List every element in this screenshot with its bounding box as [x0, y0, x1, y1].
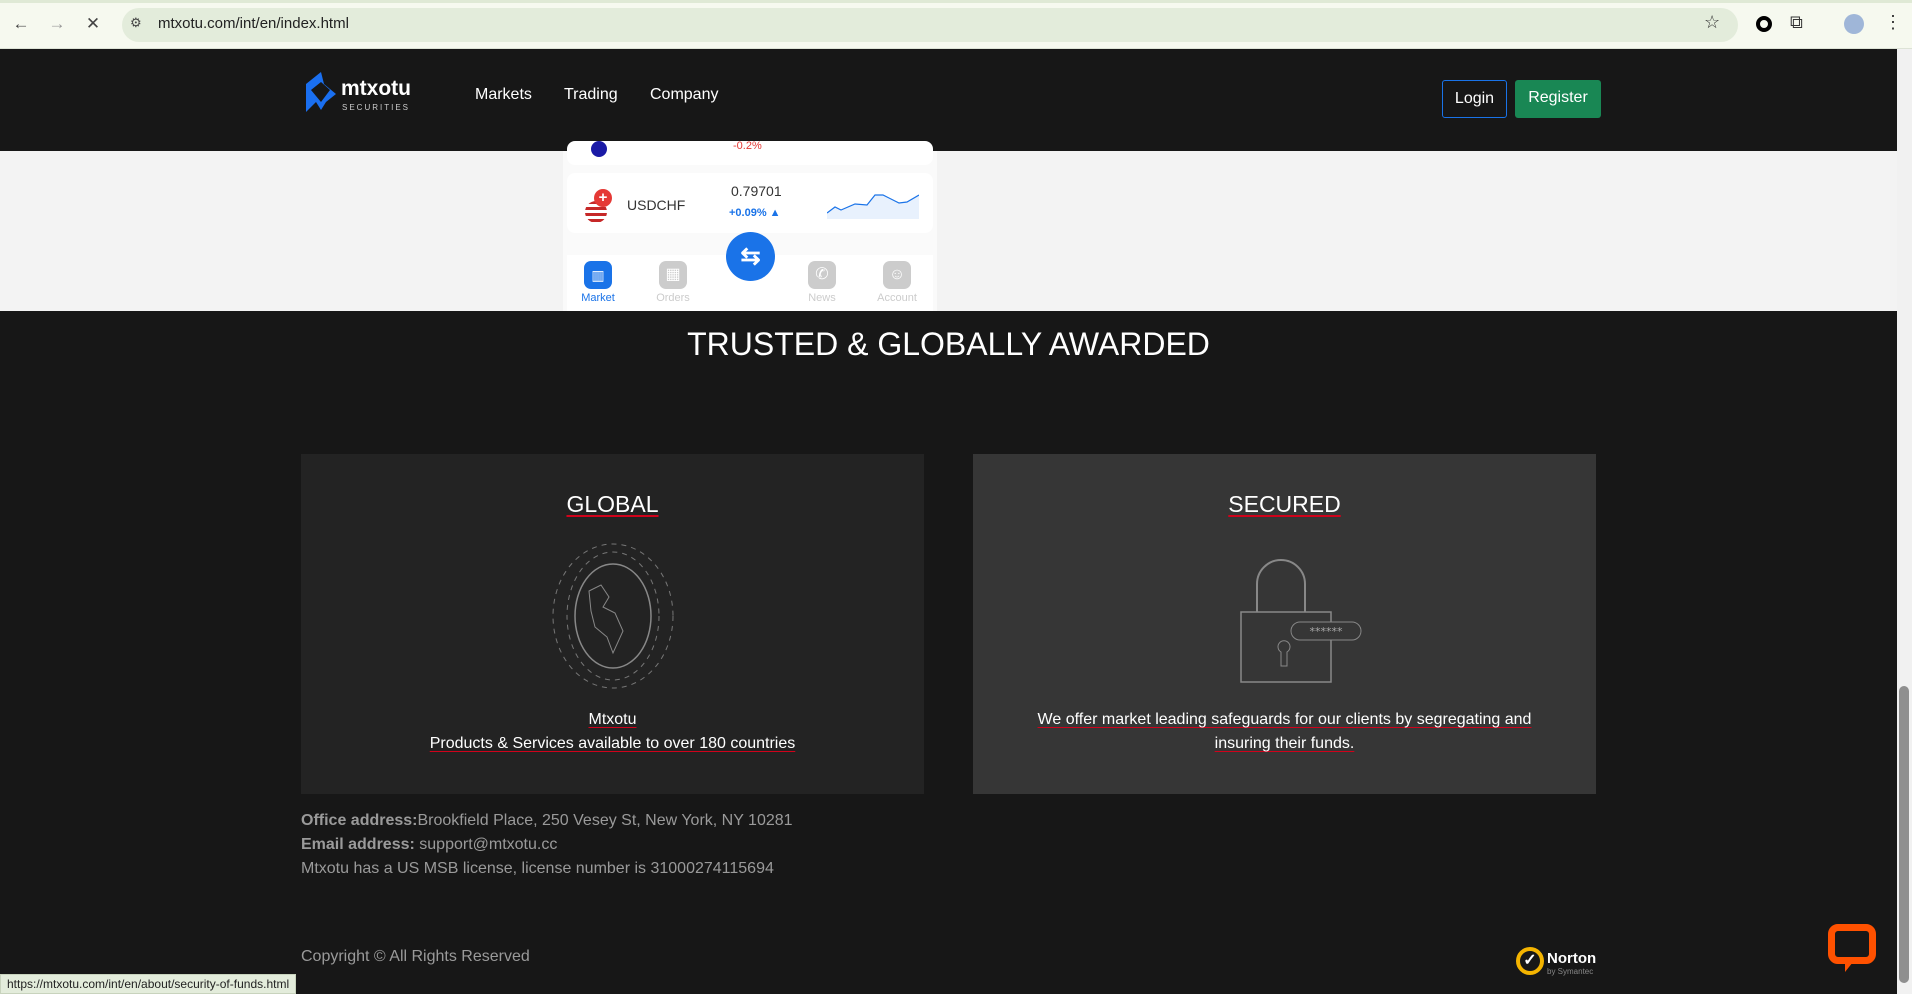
tab-orders[interactable]: Orders [653, 292, 693, 304]
copyright: Copyright © All Rights Reserved [301, 948, 530, 965]
office-address: Office address:Brookfield Place, 250 Ves… [301, 812, 793, 829]
market-tab-icon[interactable]: ▥ [584, 261, 612, 289]
currency-flag-icon [591, 141, 607, 157]
market-row-partial: -0.2% [567, 140, 933, 165]
scrollbar[interactable] [1897, 49, 1912, 994]
tab-news[interactable]: News [802, 292, 842, 304]
extension-circle-icon[interactable] [1756, 16, 1772, 32]
section-title: TRUSTED & GLOBALLY AWARDED [687, 326, 1210, 362]
globe-icon [552, 543, 674, 689]
global-line1: Mtxotu [588, 711, 637, 728]
forward-icon[interactable]: → [46, 13, 68, 35]
secured-description[interactable]: We offer market leading safeguards for o… [1038, 711, 1532, 752]
price-change: +0.09% ▲ [729, 207, 781, 219]
back-icon[interactable]: ← [10, 13, 32, 35]
orders-tab-icon[interactable]: ▦ [659, 261, 687, 289]
nav-trading[interactable]: Trading [564, 86, 618, 104]
norton-logo[interactable]: Norton [1547, 950, 1596, 967]
nav-company[interactable]: Company [650, 86, 718, 104]
stop-loading-icon[interactable]: ✕ [82, 13, 104, 35]
trade-swap-button[interactable]: ⇆ [726, 232, 775, 281]
padlock-icon: ****** [1240, 559, 1362, 683]
site-header: mtxotu SECURITIES [0, 49, 1897, 151]
norton-check-icon[interactable]: ✓ [1516, 947, 1544, 975]
global-line2: Products & Services available to over 18… [429, 735, 796, 752]
norton-subtitle: by Symantec [1547, 967, 1594, 976]
email-address: Email address: support@mtxotu.cc [301, 836, 558, 853]
address-bar[interactable] [122, 8, 1738, 42]
bookmark-star-icon[interactable]: ☆ [1704, 12, 1720, 33]
global-heading: GLOBAL [566, 491, 659, 517]
price-change: -0.2% [733, 140, 762, 152]
link-status-bar: https://mtxotu.com/int/en/about/security… [0, 974, 297, 994]
app-preview-section [0, 151, 1897, 311]
password-mask: ****** [1310, 625, 1344, 638]
extensions-puzzle-icon[interactable]: ⧉ [1790, 12, 1803, 33]
account-tab-icon[interactable]: ☺ [883, 261, 911, 289]
nav-markets[interactable]: Markets [475, 86, 532, 104]
logo-text[interactable]: mtxotu [341, 77, 411, 101]
phone-mockup: -0.2% + USDCHF 0.79701 +0.09% ▲ ▥ Market… [563, 140, 937, 311]
global-card: GLOBAL Mtxotu Products & Services availab… [301, 454, 924, 794]
live-chat-icon[interactable] [1828, 924, 1876, 964]
tab-account[interactable]: Account [872, 292, 922, 304]
market-row-usdchf[interactable]: + USDCHF 0.79701 +0.09% ▲ [567, 173, 933, 233]
profile-avatar[interactable] [1844, 14, 1864, 34]
news-tab-icon[interactable]: ✆ [808, 261, 836, 289]
sparkline-chart [827, 194, 919, 219]
symbol: USDCHF [627, 197, 686, 213]
tab-market[interactable]: Market [581, 292, 615, 304]
price: 0.79701 [731, 183, 782, 199]
chat-bubble-tail [1845, 962, 1853, 972]
menu-kebab-icon[interactable]: ⋮ [1884, 12, 1902, 33]
logo-icon[interactable] [306, 72, 336, 112]
tab-strip [0, 0, 1912, 3]
browser-toolbar: ← → ✕ ⚙ mtxotu.com/int/en/index.html ☆ ⧉… [0, 0, 1912, 49]
register-button[interactable]: Register [1515, 80, 1601, 118]
secured-heading: SECURED [1228, 491, 1341, 517]
license-info: Mtxotu has a US MSB license, license num… [301, 860, 774, 877]
logo-subtitle: SECURITIES [342, 103, 411, 112]
site-info-icon[interactable]: ⚙ [130, 15, 142, 31]
secured-card[interactable]: SECURED ****** We offer market leading s… [973, 454, 1596, 794]
url-text[interactable]: mtxotu.com/int/en/index.html [158, 15, 349, 32]
swiss-flag-icon: + [594, 189, 612, 207]
login-button[interactable]: Login [1442, 80, 1507, 118]
scrollbar-thumb[interactable] [1899, 686, 1909, 983]
